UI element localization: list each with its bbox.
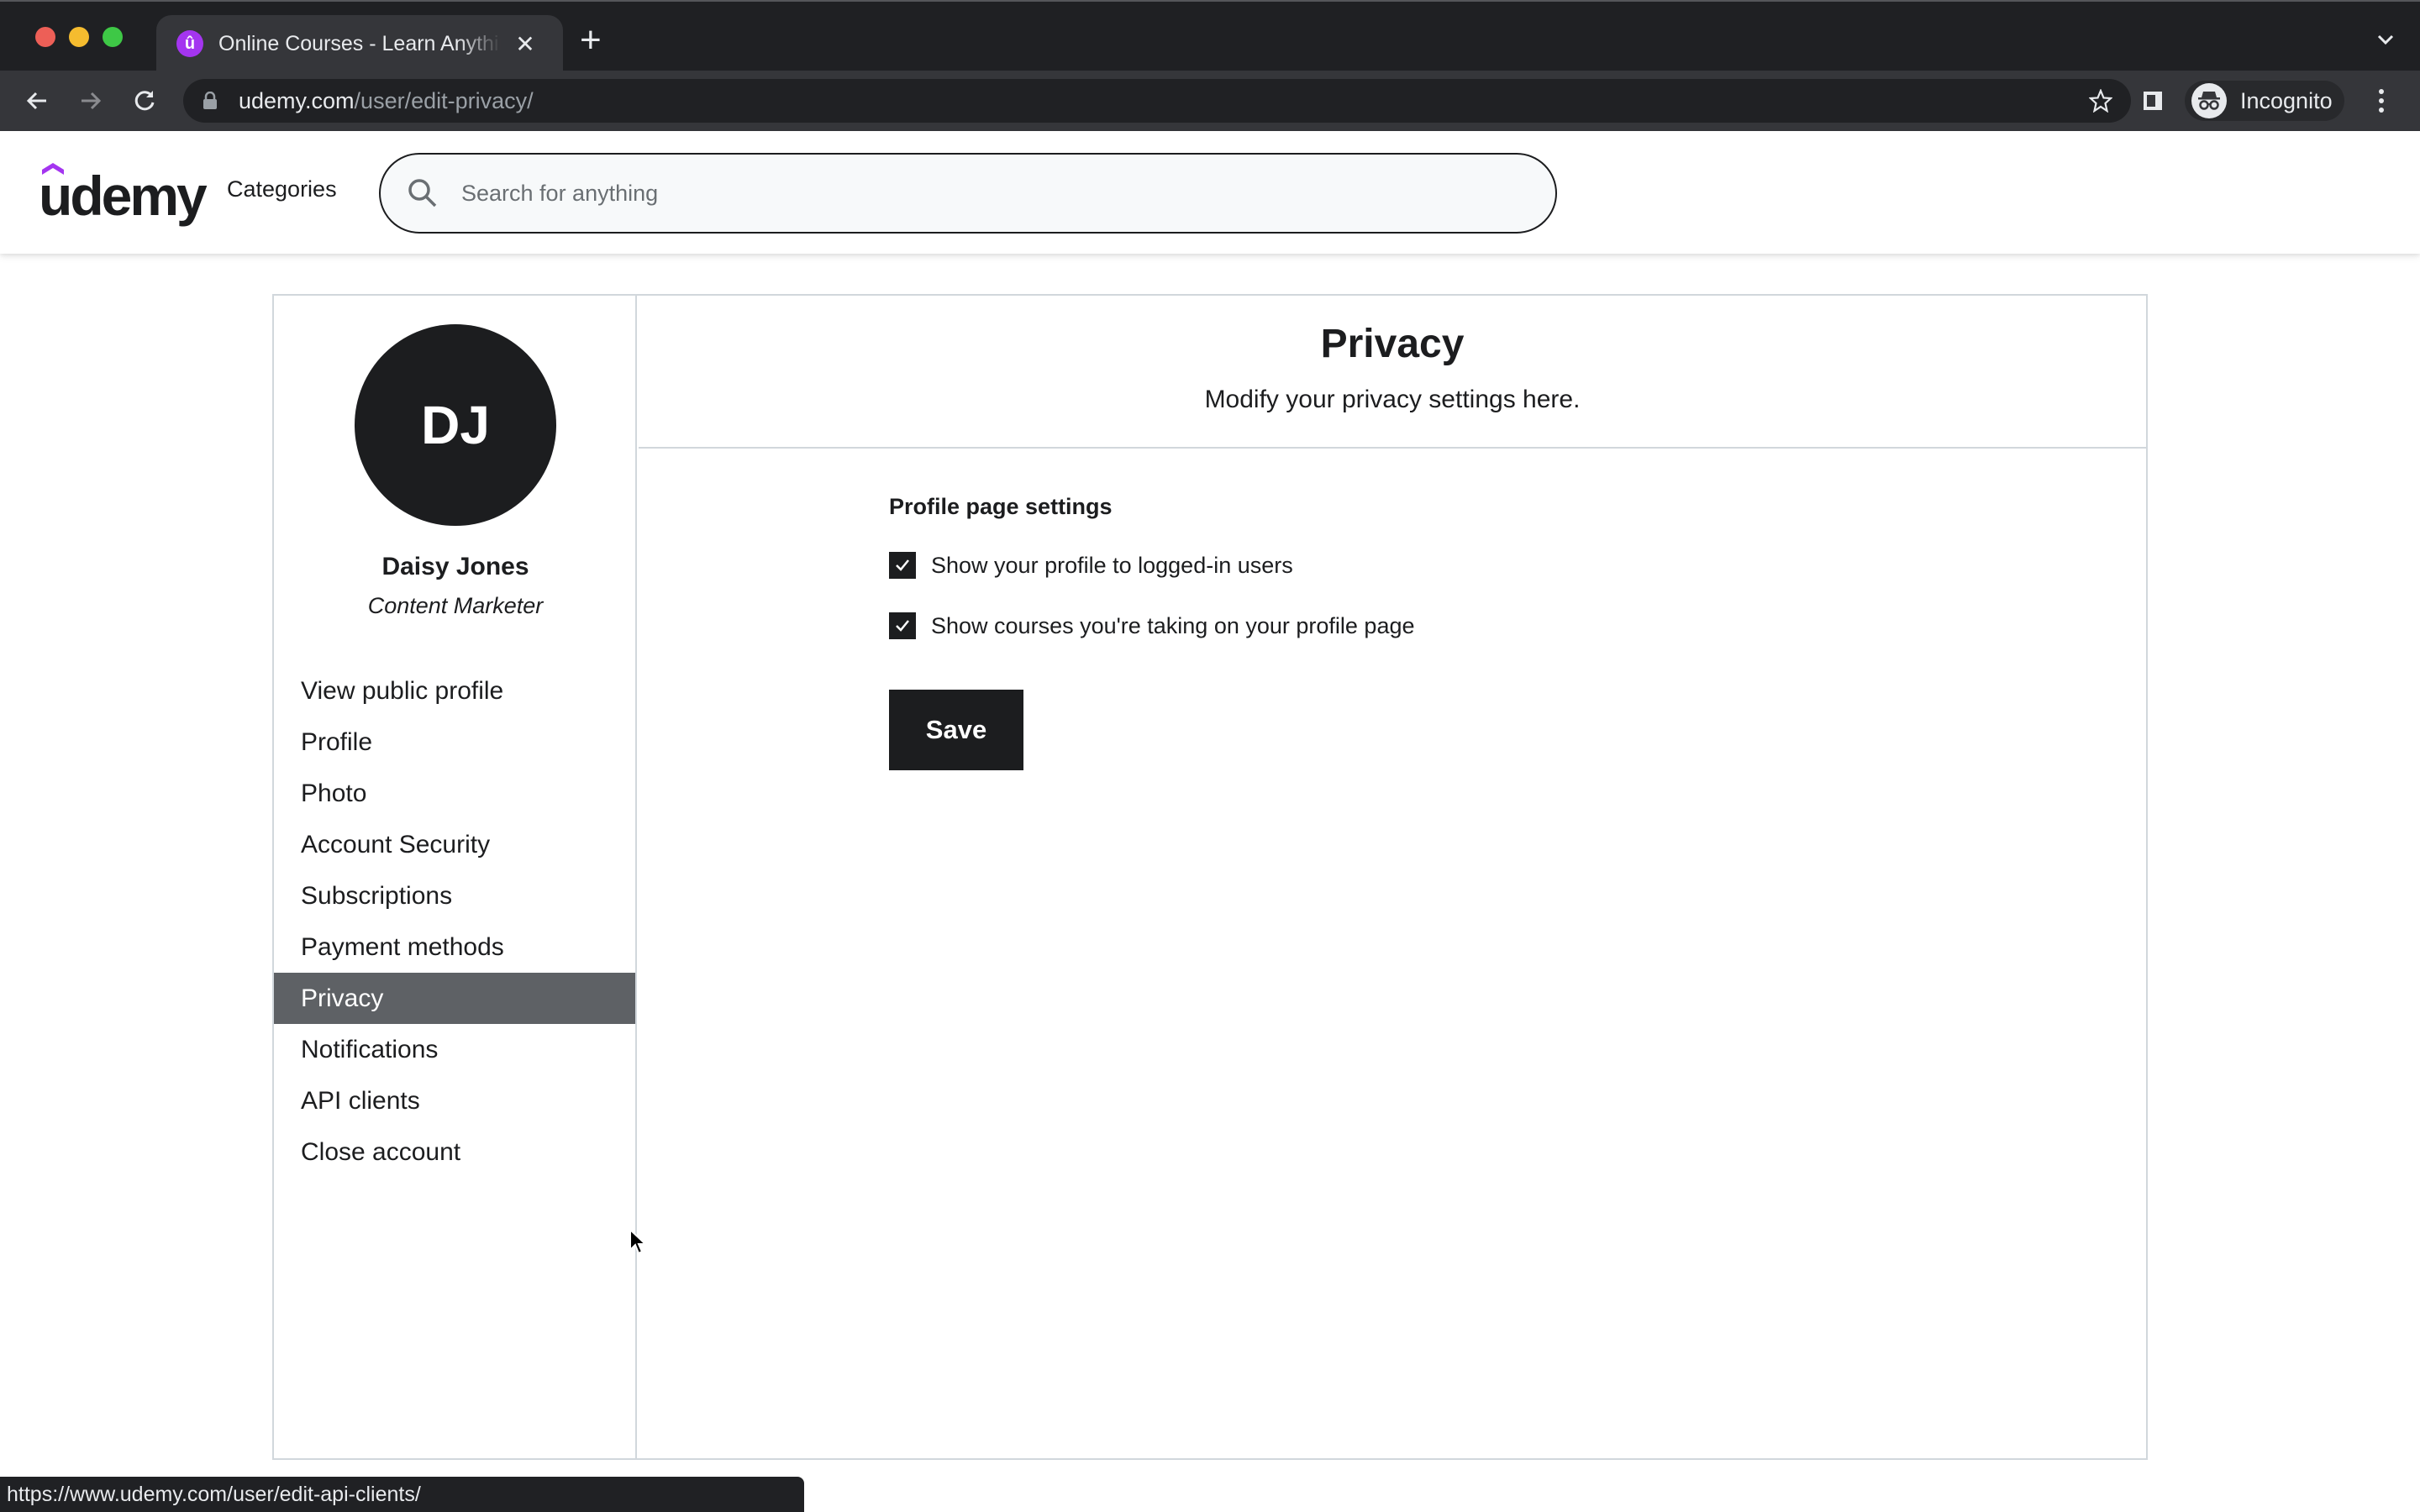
incognito-profile-button[interactable]: Incognito	[2185, 81, 2344, 121]
browser-tabstrip: û Online Courses - Learn Anything, On Yo…	[0, 0, 2420, 72]
settings-nav: View public profile Profile Photo Accoun…	[274, 665, 635, 1178]
back-button[interactable]	[20, 84, 54, 118]
link-status-bubble: https://www.udemy.com/user/edit-api-clie…	[0, 1477, 804, 1512]
settings-panel: DJ Daisy Jones Content Marketer View pub…	[272, 294, 2148, 1460]
arrow-left-icon	[26, 92, 46, 110]
browser-menu-button[interactable]	[2373, 86, 2390, 116]
checkbox-show-profile[interactable]	[889, 552, 916, 579]
lock-icon	[203, 92, 217, 109]
reload-icon	[134, 91, 155, 111]
close-window-button[interactable]	[35, 27, 55, 47]
bookmark-star-icon[interactable]	[2089, 89, 2112, 113]
forward-button[interactable]	[74, 84, 108, 118]
sidebar-item-payment-methods[interactable]: Payment methods	[274, 921, 635, 973]
new-tab-button[interactable]: +	[580, 22, 602, 59]
incognito-label: Incognito	[2240, 87, 2333, 113]
address-bar[interactable]: udemy.com/user/edit-privacy/	[183, 79, 2131, 123]
sidebar-item-view-public-profile[interactable]: View public profile	[274, 665, 635, 717]
content-header: Privacy Modify your privacy settings her…	[639, 296, 2146, 449]
search-input[interactable]	[461, 180, 1470, 207]
mouse-cursor-icon	[629, 1228, 647, 1255]
privacy-form: Profile page settings Show your profile …	[889, 494, 1415, 770]
browser-tab[interactable]: û Online Courses - Learn Anything, On Yo…	[156, 15, 563, 72]
sidebar-item-api-clients[interactable]: API clients	[274, 1075, 635, 1126]
privacy-content: Privacy Modify your privacy settings her…	[639, 296, 2146, 1458]
option-show-profile[interactable]: Show your profile to logged-in users	[889, 552, 1415, 579]
search-icon[interactable]	[406, 176, 439, 210]
udemy-logo[interactable]: udemy	[39, 163, 208, 223]
arrow-right-icon	[82, 92, 102, 110]
tab-close-icon[interactable]: ✕	[513, 30, 538, 58]
option-show-courses[interactable]: Show courses you're taking on your profi…	[889, 612, 1415, 639]
user-name: Daisy Jones	[381, 553, 529, 580]
incognito-icon	[2191, 83, 2227, 118]
sidebar-item-notifications[interactable]: Notifications	[274, 1024, 635, 1075]
section-title: Profile page settings	[889, 494, 1113, 519]
checkmark-icon	[896, 620, 909, 632]
url-domain: udemy.com	[239, 87, 355, 113]
url-path: /user/edit-privacy/	[354, 87, 534, 113]
tab-search-chevron-icon[interactable]	[2376, 30, 2395, 49]
sidebar-item-privacy[interactable]: Privacy	[274, 973, 635, 1024]
option-label: Show your profile to logged-in users	[931, 552, 1293, 578]
site-header: udemy Categories	[0, 131, 2420, 254]
settings-sidebar: DJ Daisy Jones Content Marketer View pub…	[274, 296, 637, 1458]
checkbox-show-courses[interactable]	[889, 612, 916, 639]
browser-toolbar: udemy.com/user/edit-privacy/ Incognito	[0, 71, 2420, 131]
save-button[interactable]: Save	[889, 690, 1023, 770]
minimize-window-button[interactable]	[69, 27, 89, 47]
search-bar[interactable]	[379, 153, 1557, 234]
page-title: Privacy	[1320, 322, 1465, 366]
sidebar-item-close-account[interactable]: Close account	[274, 1126, 635, 1178]
categories-menu[interactable]: Categories	[227, 176, 337, 202]
udemy-favicon-icon: û	[176, 30, 203, 57]
tab-title: Online Courses - Learn Anything, On Your…	[218, 31, 501, 55]
option-label: Show courses you're taking on your profi…	[931, 612, 1415, 638]
page-subtitle: Modify your privacy settings here.	[1204, 386, 1581, 413]
reload-button[interactable]	[128, 84, 161, 118]
logo-wordmark: udemy	[39, 165, 208, 227]
sidebar-item-profile[interactable]: Profile	[274, 717, 635, 768]
avatar: DJ	[355, 324, 556, 526]
sidebar-item-subscriptions[interactable]: Subscriptions	[274, 870, 635, 921]
user-headline: Content Marketer	[367, 593, 544, 618]
side-panel-icon[interactable]	[2141, 89, 2165, 113]
url-text: udemy.com/user/edit-privacy/	[239, 88, 534, 114]
maximize-window-button[interactable]	[103, 27, 123, 47]
sidebar-item-account-security[interactable]: Account Security	[274, 819, 635, 870]
sidebar-item-photo[interactable]: Photo	[274, 768, 635, 819]
checkmark-icon	[896, 559, 909, 571]
